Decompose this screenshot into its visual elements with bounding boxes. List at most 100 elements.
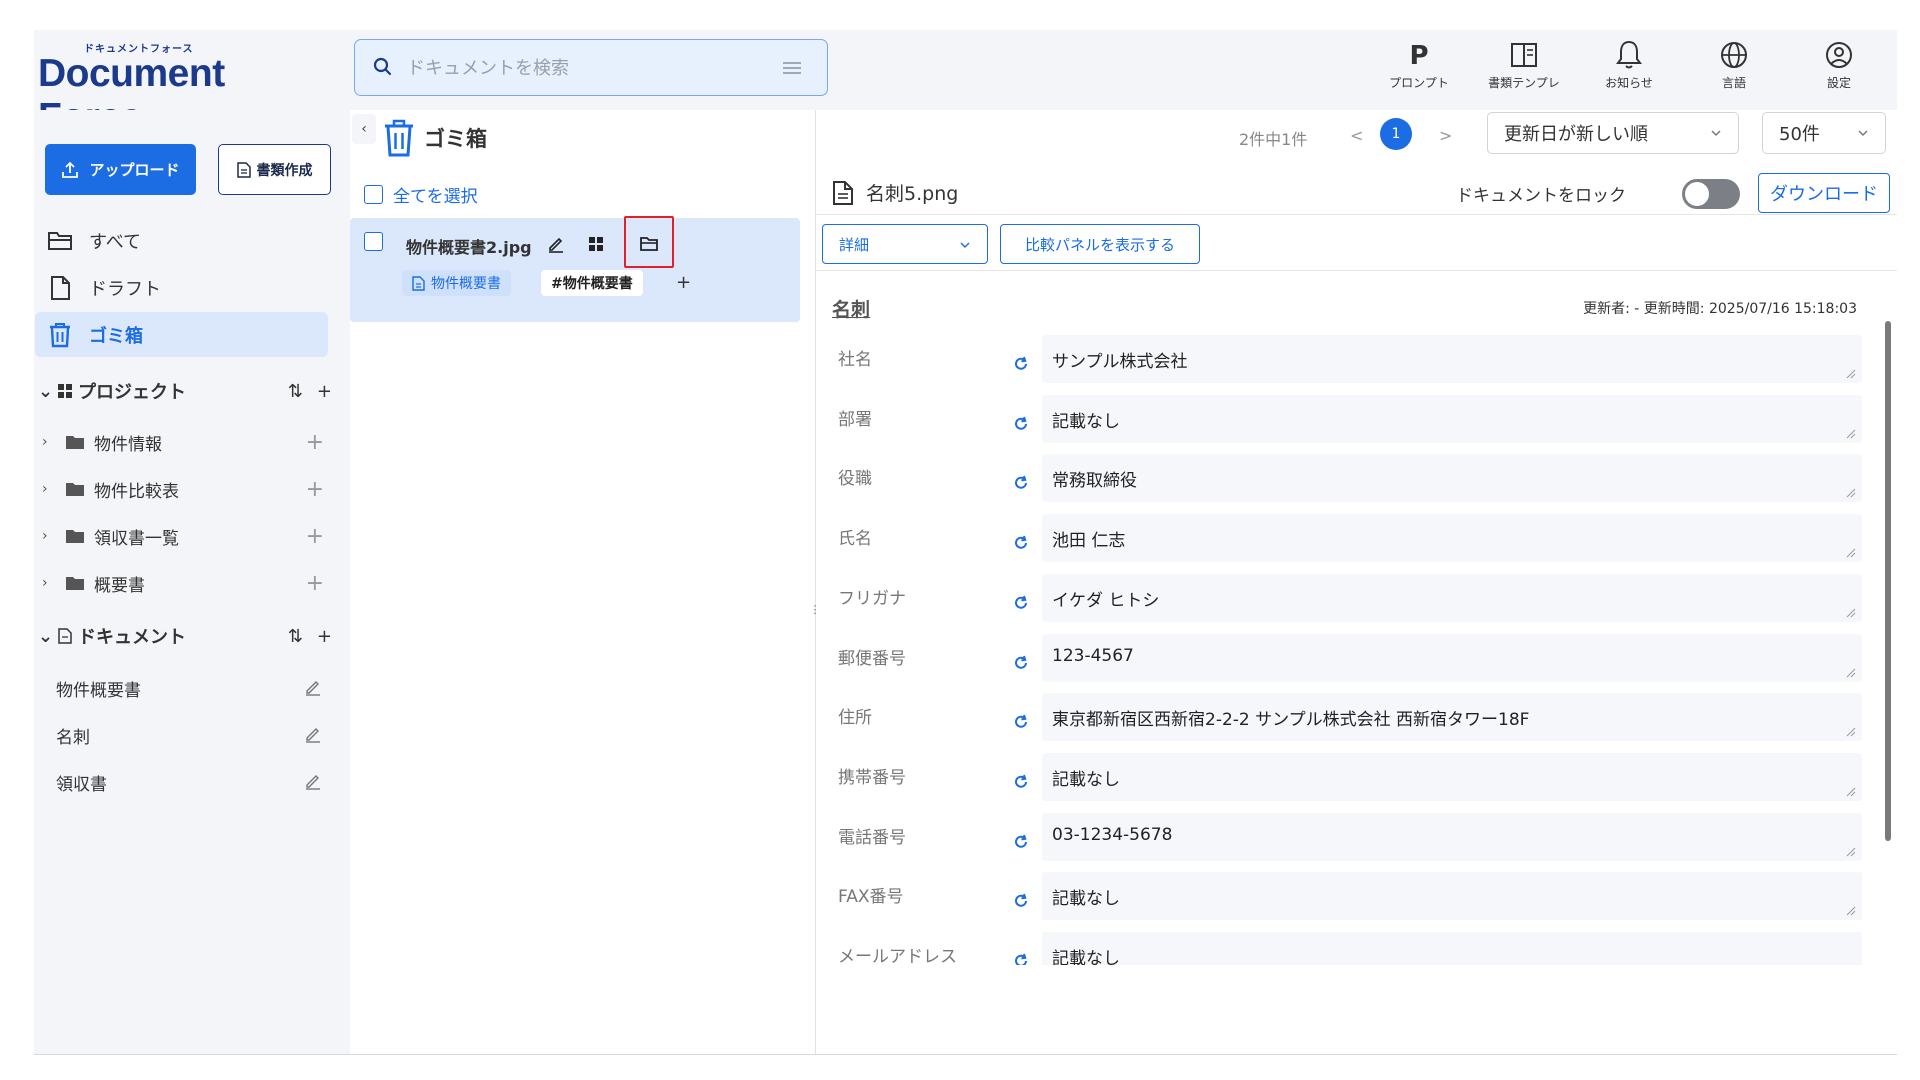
resize-handle-icon[interactable] bbox=[1846, 429, 1856, 439]
refresh-icon[interactable] bbox=[1012, 773, 1030, 791]
refresh-icon[interactable] bbox=[1012, 833, 1030, 851]
user-circle-icon bbox=[1826, 42, 1852, 68]
language-button[interactable]: 言語 bbox=[1694, 38, 1774, 102]
refresh-icon[interactable] bbox=[1012, 355, 1030, 373]
field-value[interactable]: 記載なし bbox=[1042, 752, 1862, 801]
chevron-right-icon[interactable]: › bbox=[42, 434, 58, 450]
upload-button[interactable]: アップロード bbox=[45, 144, 196, 195]
add-tag-icon[interactable]: + bbox=[676, 272, 691, 293]
chevron-right-icon[interactable]: › bbox=[42, 481, 58, 497]
download-button[interactable]: ダウンロード bbox=[1758, 173, 1890, 213]
refresh-icon[interactable] bbox=[1012, 594, 1030, 612]
project-label: 物件比較表 bbox=[94, 481, 179, 502]
add-document-type-icon[interactable]: + bbox=[317, 626, 332, 647]
refresh-icon[interactable] bbox=[1012, 654, 1030, 672]
scrollbar[interactable] bbox=[1885, 321, 1891, 841]
refresh-icon[interactable] bbox=[1012, 474, 1030, 492]
project-item[interactable]: › 物件情報 + bbox=[42, 424, 332, 460]
field-value[interactable]: 03-1234-5678 bbox=[1042, 812, 1862, 861]
page-number-button[interactable]: 1 bbox=[1380, 118, 1412, 150]
field-value[interactable]: 123-4567 bbox=[1042, 633, 1862, 682]
refresh-icon[interactable] bbox=[1012, 534, 1030, 552]
resize-handle-icon[interactable] bbox=[1846, 608, 1856, 618]
edit-icon[interactable] bbox=[304, 772, 322, 790]
toggle-knob bbox=[1685, 182, 1709, 206]
refresh-icon[interactable] bbox=[1012, 713, 1030, 731]
field-value[interactable]: 東京都新宿区西新宿2-2-2 サンプル株式会社 西新宿タワー18F bbox=[1042, 693, 1862, 742]
per-page-select[interactable]: 50件 bbox=[1762, 112, 1886, 154]
chevron-right-icon[interactable]: › bbox=[42, 528, 58, 544]
file-name: 名刺5.png bbox=[866, 183, 959, 205]
filter-menu-icon[interactable] bbox=[783, 60, 801, 76]
field-value[interactable]: サンプル株式会社 bbox=[1042, 335, 1862, 383]
sidebar-item-all[interactable]: すべて bbox=[35, 218, 328, 263]
show-compare-panel-button[interactable]: 比較パネルを表示する bbox=[1000, 224, 1200, 264]
refresh-icon[interactable] bbox=[1012, 952, 1030, 965]
grid-icon[interactable] bbox=[586, 234, 606, 254]
logo[interactable]: ドキュメントフォース Document Force bbox=[38, 40, 338, 139]
sort-select[interactable]: 更新日が新しい順 bbox=[1487, 112, 1739, 154]
select-all-checkbox[interactable] bbox=[364, 185, 383, 204]
project-item[interactable]: › 概要書 + bbox=[42, 565, 332, 601]
chevron-left-icon: ‹ bbox=[361, 121, 367, 137]
edit-icon[interactable] bbox=[304, 678, 322, 696]
project-item[interactable]: › 領収書一覧 + bbox=[42, 518, 332, 554]
add-project-icon[interactable]: + bbox=[317, 381, 332, 402]
prompt-button[interactable]: P プロンプト bbox=[1379, 38, 1459, 102]
documents-section-header[interactable]: ⌄ ドキュメント ⇅ + bbox=[38, 621, 338, 651]
refresh-icon[interactable] bbox=[1012, 892, 1030, 910]
field-value[interactable]: 記載なし bbox=[1042, 872, 1862, 921]
field-row: 社名 サンプル株式会社 bbox=[816, 335, 1866, 393]
resize-handle-icon[interactable] bbox=[1846, 369, 1856, 379]
document-card[interactable]: 物件概要書2.jpg 物件概要書 #物件概要書 + bbox=[350, 216, 800, 322]
add-icon[interactable]: + bbox=[306, 571, 324, 596]
next-page-button[interactable]: > bbox=[1439, 126, 1452, 145]
document-type-item[interactable]: 名刺 bbox=[56, 717, 328, 753]
resize-handle-icon[interactable] bbox=[1846, 727, 1856, 737]
refresh-icon[interactable] bbox=[1012, 415, 1030, 433]
document-checkbox[interactable] bbox=[364, 232, 383, 251]
sidebar-item-trash[interactable]: ゴミ箱 bbox=[35, 312, 328, 357]
lock-toggle[interactable] bbox=[1682, 179, 1740, 209]
collapse-sidebar-button[interactable]: ‹ bbox=[352, 114, 376, 144]
sort-icon[interactable]: ⇅ bbox=[288, 626, 303, 647]
select-all[interactable]: 全てを選択 bbox=[364, 182, 478, 207]
field-value[interactable]: 池田 仁志 bbox=[1042, 514, 1862, 563]
resize-handle-icon[interactable] bbox=[1846, 668, 1856, 678]
document-type-item[interactable]: 物件概要書 bbox=[56, 670, 328, 706]
resize-handle-icon[interactable] bbox=[1846, 548, 1856, 558]
edit-icon[interactable] bbox=[304, 725, 322, 743]
document-icon bbox=[412, 275, 425, 291]
template-button[interactable]: 書類テンプレ bbox=[1484, 38, 1564, 102]
field-value[interactable]: 常務取締役 bbox=[1042, 454, 1862, 503]
resize-handle-icon[interactable] bbox=[1846, 847, 1856, 857]
notifications-button[interactable]: お知らせ bbox=[1589, 38, 1669, 102]
resize-handle-icon[interactable] bbox=[1846, 787, 1856, 797]
resize-handle-icon[interactable] bbox=[1846, 488, 1856, 498]
tag-chip[interactable]: #物件概要書 bbox=[541, 270, 643, 296]
prev-page-button[interactable]: < bbox=[1350, 126, 1363, 145]
settings-button[interactable]: 設定 bbox=[1799, 38, 1879, 102]
search-input[interactable] bbox=[407, 52, 747, 84]
chevron-down-icon[interactable]: ⌄ bbox=[38, 626, 53, 647]
create-document-button[interactable]: 書類作成 bbox=[218, 144, 331, 195]
chevron-right-icon[interactable]: › bbox=[42, 575, 58, 591]
resize-handle-icon[interactable] bbox=[1846, 906, 1856, 916]
search-box[interactable] bbox=[354, 39, 828, 96]
projects-section-header[interactable]: ⌄ プロジェクト ⇅ + bbox=[38, 376, 338, 406]
field-value[interactable]: イケダ ヒトシ bbox=[1042, 573, 1862, 622]
add-icon[interactable]: + bbox=[306, 524, 324, 549]
field-value[interactable]: 記載なし bbox=[1042, 932, 1862, 965]
field-value[interactable]: 記載なし bbox=[1042, 394, 1862, 443]
chevron-down-icon[interactable]: ⌄ bbox=[38, 381, 53, 402]
project-item[interactable]: › 物件比較表 + bbox=[42, 471, 332, 507]
add-icon[interactable]: + bbox=[306, 430, 324, 455]
document-type-chip[interactable]: 物件概要書 bbox=[402, 270, 511, 296]
page-title-text: ゴミ箱 bbox=[424, 127, 487, 151]
add-icon[interactable]: + bbox=[306, 477, 324, 502]
document-type-item[interactable]: 領収書 bbox=[56, 764, 328, 800]
view-mode-select[interactable]: 詳細 bbox=[822, 224, 988, 264]
sidebar-item-draft[interactable]: ドラフト bbox=[35, 265, 328, 310]
edit-icon[interactable] bbox=[546, 234, 566, 254]
sort-icon[interactable]: ⇅ bbox=[288, 381, 303, 402]
